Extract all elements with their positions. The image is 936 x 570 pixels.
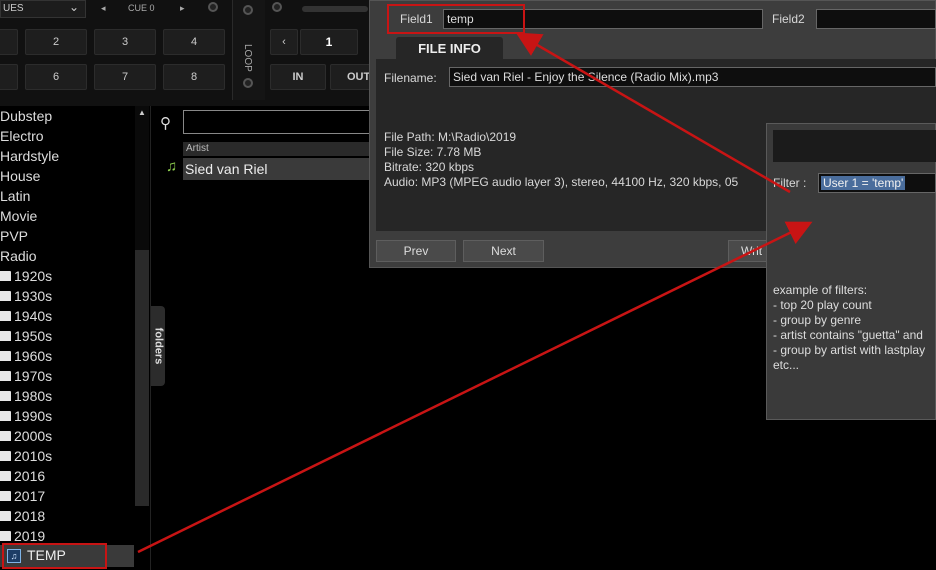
arrow-to-field1	[515, 32, 791, 194]
annotation-arrows	[137, 32, 813, 554]
arrow-to-filter	[137, 221, 813, 554]
